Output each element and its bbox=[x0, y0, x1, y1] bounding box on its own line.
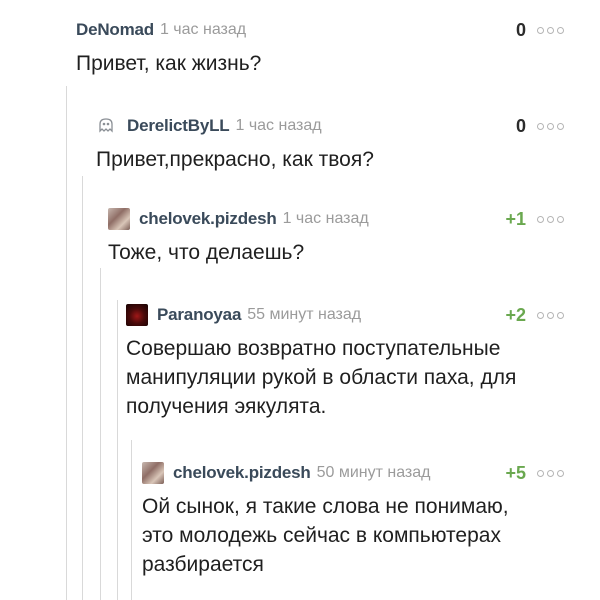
username[interactable]: DerelictByLL bbox=[127, 116, 230, 136]
comment: chelovek.pizdesh 50 минут назад +5 Ой сы… bbox=[142, 460, 564, 579]
more-options-icon[interactable] bbox=[537, 469, 564, 477]
username[interactable]: chelovek.pizdesh bbox=[139, 209, 277, 229]
rating-box: +5 bbox=[505, 460, 564, 486]
thread-line bbox=[131, 440, 132, 600]
username[interactable]: chelovek.pizdesh bbox=[173, 463, 311, 483]
rating-box: +1 bbox=[505, 206, 564, 232]
thread-line bbox=[100, 268, 101, 600]
rating-value: +1 bbox=[505, 208, 526, 229]
thread-line bbox=[82, 176, 83, 600]
more-options-icon[interactable] bbox=[537, 122, 564, 130]
rating-box: +2 bbox=[505, 302, 564, 328]
comment-text: Привет, как жизнь? bbox=[76, 52, 262, 75]
comment: DerelictByLL 1 час назад 0 Привет,прекра… bbox=[96, 113, 564, 174]
rating-box: 0 bbox=[516, 113, 564, 139]
more-options-icon[interactable] bbox=[537, 311, 564, 319]
username[interactable]: DeNomad bbox=[76, 20, 154, 40]
comment-header: DerelictByLL 1 час назад 0 bbox=[96, 113, 564, 139]
comment-text: Тоже, что делаешь? bbox=[108, 241, 305, 264]
timestamp[interactable]: 1 час назад bbox=[235, 117, 321, 135]
rating-box: 0 bbox=[516, 17, 564, 43]
timestamp[interactable]: 1 час назад bbox=[160, 21, 246, 39]
timestamp[interactable]: 1 час назад bbox=[283, 210, 369, 228]
user-avatar[interactable] bbox=[108, 208, 130, 230]
comment-header: DeNomad 1 час назад 0 bbox=[76, 17, 564, 43]
comment-header: chelovek.pizdesh 50 минут назад +5 bbox=[142, 460, 564, 486]
username[interactable]: Paranoyaa bbox=[157, 305, 241, 325]
comment: Paranoyaa 55 минут назад +2 Совершаю воз… bbox=[126, 302, 564, 421]
comment-text: Совершаю возвратно поступательные манипу… bbox=[126, 337, 517, 418]
comment-header: Paranoyaa 55 минут назад +2 bbox=[126, 302, 564, 328]
comment: chelovek.pizdesh 1 час назад +1 Тоже, чт… bbox=[108, 206, 564, 267]
rating-value: 0 bbox=[515, 19, 526, 40]
user-avatar[interactable] bbox=[126, 304, 148, 326]
timestamp[interactable]: 50 минут назад bbox=[317, 464, 431, 482]
thread-line bbox=[117, 300, 118, 600]
rating-value: +5 bbox=[505, 462, 526, 483]
user-avatar[interactable] bbox=[142, 462, 164, 484]
timestamp[interactable]: 55 минут назад bbox=[247, 306, 361, 324]
ghost-icon[interactable] bbox=[96, 116, 118, 136]
comment-text: Ой сынок, я такие слова не понимаю, это … bbox=[142, 495, 509, 576]
more-options-icon[interactable] bbox=[537, 26, 564, 34]
comment-text: Привет,прекрасно, как твоя? bbox=[96, 148, 374, 171]
comment-header: chelovek.pizdesh 1 час назад +1 bbox=[108, 206, 564, 232]
rating-value: 0 bbox=[515, 115, 526, 136]
comment: DeNomad 1 час назад 0 Привет, как жизнь? bbox=[76, 17, 564, 78]
thread-line bbox=[66, 86, 67, 600]
rating-value: +2 bbox=[505, 304, 526, 325]
more-options-icon[interactable] bbox=[537, 215, 564, 223]
